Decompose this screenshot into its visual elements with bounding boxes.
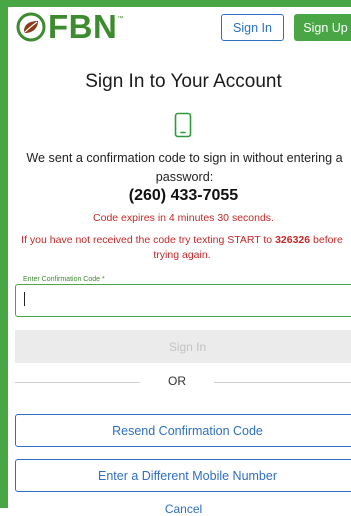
sign-in-button[interactable]: Sign In [15,330,351,363]
resend-hint-text: If you have not received the code try te… [12,233,351,263]
confirmation-code-label: Enter Confirmation Code * [20,276,108,283]
divider-line-left [15,382,140,383]
resend-code-button[interactable]: Resend Confirmation Code [15,414,351,447]
confirmation-message: We sent a confirmation code to sign in w… [26,151,343,184]
different-number-button[interactable]: Enter a Different Mobile Number [15,459,351,492]
fbn-leaf-logo-icon [16,12,46,42]
header-sign-in-button[interactable]: Sign In [221,14,284,41]
resend-hint-prefix: If you have not received the code try te… [21,234,276,246]
mobile-phone-icon [174,112,192,138]
fbn-logo[interactable]: FBN ™ [16,8,124,45]
logo-trademark: ™ [117,16,124,22]
cancel-link[interactable]: Cancel [0,502,351,516]
page-title: Sign In to Your Account [85,71,282,92]
resend-hint-short-code: 326326 [275,234,311,246]
code-expiry-text: Code expires in 4 minutes 30 seconds. [93,212,274,224]
or-divider: OR [15,374,351,390]
confirmation-code-input[interactable] [15,284,351,317]
text-caret [24,292,25,306]
phone-number: (260) 433-7055 [128,187,239,204]
divider-line-right [214,382,351,383]
header-sign-up-button[interactable]: Sign Up [294,14,351,41]
or-label: OR [168,374,186,388]
logo-text: FBN [48,8,118,45]
